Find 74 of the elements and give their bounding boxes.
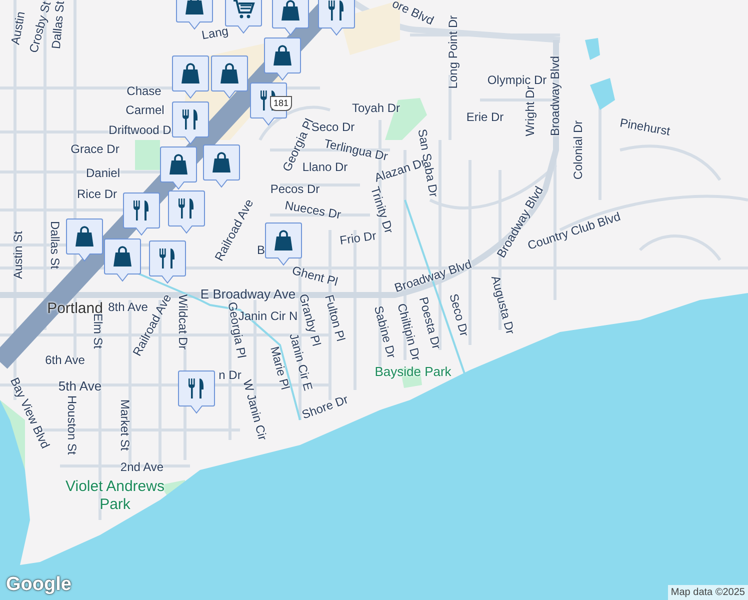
street-label: ore Blvd [389, 0, 437, 30]
park-label: Violet Andrews Park [64, 478, 166, 514]
shopping-marker[interactable] [66, 218, 103, 262]
street-label: Houston St [64, 395, 80, 455]
street-label: Fulton Pl [322, 292, 349, 344]
street-label: Wright Dr [523, 86, 538, 136]
shopping-bag-icon [182, 63, 200, 84]
shopping-bag-icon [76, 226, 94, 246]
fork-and-knife-icon [182, 110, 198, 130]
shopping-bag-icon [212, 152, 230, 172]
street-label: Long Point Dr [445, 15, 461, 89]
shopping-marker[interactable] [272, 0, 309, 36]
street-label: Broadway Blvd [547, 56, 563, 136]
fork-and-knife-icon [160, 248, 174, 268]
street-label: Austin [7, 10, 29, 46]
street-label: Terlingua Dr [322, 135, 390, 164]
street-label: Toyah Dr [352, 100, 400, 117]
street-label: Market St [117, 399, 133, 451]
restaurant-marker[interactable] [178, 370, 215, 414]
shopping-marker[interactable] [104, 238, 141, 282]
street-label: Augusta Dr [487, 274, 519, 336]
shopping-bag-icon [282, 0, 300, 20]
street-label: B [257, 242, 265, 259]
shopping-marker[interactable] [265, 222, 302, 266]
fork-and-knife-icon [134, 200, 148, 220]
street-label: Frio Dr [338, 228, 378, 250]
map-attribution: Map data ©2025 [668, 585, 748, 600]
restaurant-marker[interactable] [172, 101, 209, 145]
shopping-cart-icon [234, 0, 255, 18]
shopping-bag-icon [274, 45, 292, 66]
street-label: Wildcat Dr [175, 294, 191, 350]
street-label: Rice Dr [77, 186, 117, 203]
street-label: Driftwood D [108, 122, 172, 139]
street-label: Pinehurst [618, 114, 672, 140]
street-label: Austin St [10, 230, 26, 280]
street-label: Chase [126, 83, 162, 100]
google-logo: Google [6, 574, 72, 596]
fork-and-knife-icon [328, 0, 344, 20]
shopping-marker[interactable] [203, 144, 240, 188]
street-label: Carmel [126, 102, 164, 119]
street-label: 8th Ave [108, 299, 148, 314]
street-label: Grace Dr [70, 141, 120, 158]
fork-and-knife-icon [178, 198, 194, 218]
street-label: Colonial Dr [570, 120, 586, 180]
shopping-marker[interactable] [264, 37, 301, 81]
street-label: Nueces Dr [284, 197, 342, 224]
shopping-bag-icon [186, 0, 204, 14]
street-label: n Dr [218, 367, 242, 384]
street-label: Seco Dr [446, 292, 472, 338]
street-label: Pecos Dr [270, 181, 320, 198]
shopping-bag-icon [274, 230, 292, 250]
fork-and-knife-icon [188, 378, 204, 398]
shopping-bag-icon [170, 154, 188, 174]
restaurant-marker[interactable] [168, 190, 205, 234]
street-label: Bay View Blvd [6, 374, 54, 452]
restaurant-marker[interactable] [123, 192, 160, 236]
street-label: Erie Dr [466, 109, 504, 126]
street-label: Lang [200, 22, 230, 44]
shopping-marker[interactable] [172, 55, 209, 99]
park-label: Bayside Park [374, 363, 452, 381]
street-label: 2nd Ave [120, 459, 164, 476]
highway-shield: 181 [270, 96, 292, 111]
shopping-bag-icon [114, 246, 132, 266]
restaurant-marker[interactable] [149, 240, 186, 284]
street-label: 6th Ave [45, 352, 85, 369]
street-label: Dallas St [47, 220, 63, 270]
street-label: Shore Dr [299, 391, 351, 424]
street-label: Daniel [86, 165, 120, 182]
street-label: Elm St [91, 313, 106, 349]
shopping-marker[interactable] [160, 146, 197, 190]
street-label: 5th Ave [58, 377, 102, 396]
restaurant-marker[interactable] [318, 0, 355, 36]
street-label: Seco Dr [311, 120, 355, 136]
shopping-bag-icon [220, 63, 238, 84]
